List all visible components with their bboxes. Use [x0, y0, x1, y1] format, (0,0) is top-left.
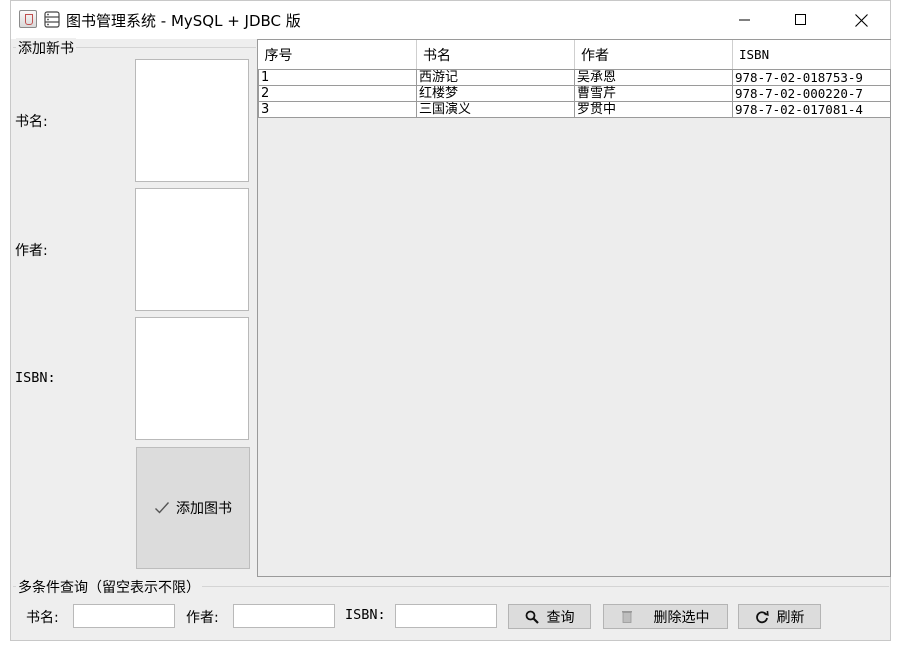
- table-cell: 曹雪芹: [574, 85, 733, 102]
- query-title-label: 书名:: [26, 610, 59, 626]
- add-group-title: 添加新书: [16, 38, 76, 58]
- add-book-button[interactable]: 添加图书: [136, 447, 250, 569]
- table-cell: 978-7-02-017081-4: [732, 101, 891, 118]
- delete-selected-label: 删除选中: [653, 609, 710, 626]
- book-table-scroll[interactable]: 序号 书名 作者 ISBN 1 西游记 吴承恩 978-7-02-018753-…: [257, 39, 891, 577]
- table-cell: 西游记: [416, 69, 575, 86]
- title-bar[interactable]: 图书管理系统 - MySQL + JDBC 版: [11, 1, 890, 39]
- table-cell: 红楼梦: [416, 85, 575, 102]
- table-cell: 3: [258, 101, 417, 118]
- isbn-label: ISBN:: [15, 370, 56, 386]
- table-cell: 978-7-02-000220-7: [732, 85, 891, 102]
- book-table: 序号 书名 作者 ISBN 1 西游记 吴承恩 978-7-02-018753-…: [258, 40, 891, 118]
- close-icon: [854, 13, 868, 27]
- close-button[interactable]: [838, 1, 884, 39]
- author-label: 作者:: [15, 243, 48, 259]
- main-window: 图书管理系统 - MySQL + JDBC 版 添加新书 书名: 作者: ISB…: [10, 0, 891, 641]
- refresh-button[interactable]: 刷新: [738, 604, 821, 629]
- table-cell: 罗贯中: [574, 101, 733, 118]
- delete-selected-button[interactable]: 删除选中: [603, 604, 728, 629]
- query-author-label: 作者:: [186, 610, 219, 626]
- title-input[interactable]: [135, 59, 249, 182]
- search-button[interactable]: 查询: [508, 604, 591, 629]
- query-group-title: 多条件查询（留空表示不限）: [16, 577, 202, 597]
- add-book-panel: 添加新书 书名: 作者: ISBN: 添加图书: [11, 38, 256, 576]
- refresh-icon: [755, 610, 769, 623]
- isbn-input[interactable]: [135, 317, 249, 440]
- query-isbn-input[interactable]: [395, 604, 497, 628]
- table-row[interactable]: 2 红楼梦 曹雪芹 978-7-02-000220-7: [258, 85, 891, 102]
- query-title-input[interactable]: [73, 604, 175, 628]
- table-cell: 吴承恩: [574, 69, 733, 86]
- query-panel: 多条件查询（留空表示不限） 书名: 作者: ISBN: 查询 删除选中 刷新: [11, 577, 890, 641]
- title-label: 书名:: [15, 114, 48, 130]
- window-title: 图书管理系统 - MySQL + JDBC 版: [66, 12, 301, 30]
- table-cell: 2: [258, 85, 417, 102]
- database-icon: [44, 11, 60, 28]
- header-cell[interactable]: 序号: [258, 40, 417, 70]
- minimize-icon: [739, 19, 750, 21]
- table-row[interactable]: 3 三国演义 罗贯中 978-7-02-017081-4: [258, 101, 891, 118]
- add-book-label: 添加图书: [176, 501, 232, 517]
- author-input[interactable]: [135, 188, 249, 311]
- refresh-label: 刷新: [776, 609, 805, 626]
- maximize-icon: [795, 14, 806, 25]
- table-header-row: 序号 书名 作者 ISBN: [258, 40, 891, 70]
- table-row[interactable]: 1 西游记 吴承恩 978-7-02-018753-9: [258, 69, 891, 86]
- table-cell: 1: [258, 69, 417, 86]
- table-cell: 三国演义: [416, 101, 575, 118]
- java-cup-icon: [19, 10, 37, 28]
- header-cell[interactable]: 作者: [574, 40, 733, 70]
- header-cell[interactable]: ISBN: [732, 40, 891, 70]
- table-cell: 978-7-02-018753-9: [732, 69, 891, 86]
- minimize-button[interactable]: [722, 1, 768, 39]
- magnifier-icon: [525, 610, 539, 624]
- query-author-input[interactable]: [233, 604, 335, 628]
- header-cell[interactable]: 书名: [416, 40, 575, 70]
- checkmark-icon: [155, 502, 170, 514]
- search-label: 查询: [546, 609, 575, 626]
- query-isbn-label: ISBN:: [345, 607, 386, 623]
- maximize-button[interactable]: [778, 1, 824, 39]
- trash-icon: [621, 611, 632, 623]
